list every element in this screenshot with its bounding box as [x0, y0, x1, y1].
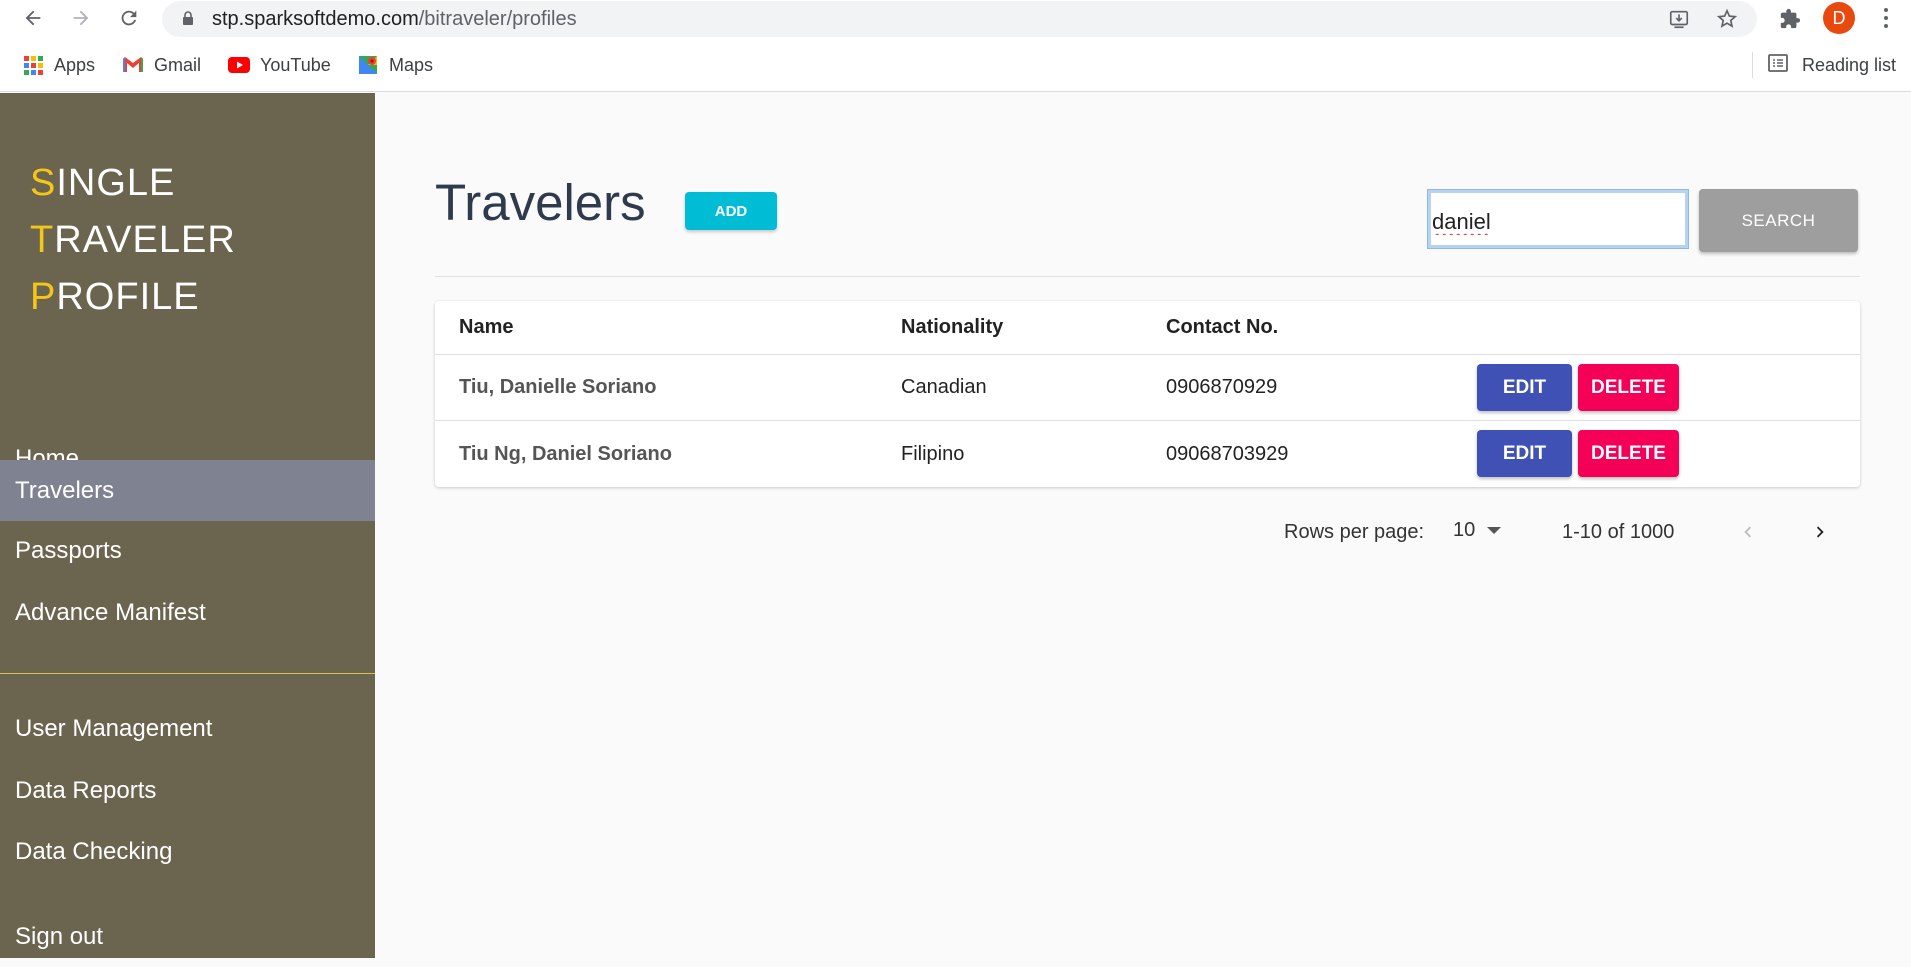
delete-button[interactable]: DELETE	[1578, 364, 1679, 411]
brand-line: PROFILE	[30, 269, 236, 326]
forward-arrow-icon[interactable]	[66, 3, 96, 33]
travelers-table: Name Nationality Contact No. Tiu, Daniel…	[435, 301, 1860, 487]
profile-avatar[interactable]: D	[1823, 2, 1855, 34]
back-arrow-icon[interactable]	[18, 3, 48, 33]
apps-grid-icon	[22, 54, 44, 76]
search-button[interactable]: SEARCH	[1699, 189, 1858, 252]
reading-list-label: Reading list	[1802, 54, 1897, 75]
extensions-puzzle-icon[interactable]	[1776, 5, 1804, 33]
sidebar-item-data-reports[interactable]: Data Reports	[0, 761, 375, 821]
cell-name: Tiu, Danielle Soriano	[459, 376, 657, 398]
edit-button[interactable]: EDIT	[1477, 430, 1572, 477]
bookmark-apps[interactable]: Apps	[22, 50, 95, 80]
rows-per-page-select[interactable]: 10	[1453, 519, 1502, 542]
gmail-icon	[122, 54, 144, 76]
header-divider	[435, 276, 1860, 277]
row-actions: EDIT DELETE	[1477, 430, 1679, 477]
dropdown-caret-icon	[1487, 527, 1502, 534]
sidebar-item-passports[interactable]: Passports	[0, 521, 375, 581]
brand-initial: T	[30, 219, 55, 261]
install-app-icon[interactable]	[1667, 7, 1691, 31]
bookmark-maps[interactable]: Maps	[357, 50, 433, 80]
brand-word: INGLE	[56, 162, 176, 204]
rows-per-page-label: Rows per page:	[1284, 521, 1425, 543]
cell-nationality: Filipino	[901, 442, 965, 465]
bookmarks-separator	[1752, 52, 1753, 78]
column-header-contact[interactable]: Contact No.	[1166, 301, 1278, 354]
reading-list-icon	[1768, 53, 1788, 78]
main-content: Travelers ADD SEARCH Name Nationality Co…	[375, 93, 1911, 958]
sidebar-item-advance-manifest[interactable]: Advance Manifest	[0, 583, 375, 643]
cell-name: Tiu Ng, Daniel Soriano	[459, 442, 672, 465]
bookmark-label: YouTube	[260, 54, 331, 75]
bookmarks-bar: Apps Gmail YouTube Maps	[0, 50, 1911, 80]
search-input[interactable]	[1427, 189, 1689, 249]
edit-button[interactable]: EDIT	[1477, 364, 1572, 411]
table-row: Tiu Ng, Daniel Soriano Filipino 09068703…	[435, 421, 1860, 487]
cell-contact: 0906870929	[1166, 376, 1278, 398]
cell-contact: 09068703929	[1166, 442, 1289, 465]
table-header: Name Nationality Contact No.	[435, 301, 1860, 355]
address-bar[interactable]: stp.sparksoftdemo.com/bitraveler/profile…	[162, 1, 1757, 37]
youtube-icon	[228, 54, 250, 76]
next-page-chevron-icon[interactable]	[1803, 515, 1837, 549]
sidebar-item-user-management[interactable]: User Management	[0, 699, 375, 759]
pagination-range: 1-10 of 1000	[1562, 521, 1675, 543]
bookmark-label: Maps	[389, 54, 434, 75]
sidebar-item-sign-out[interactable]: Sign out	[0, 907, 375, 967]
lock-icon	[183, 11, 193, 25]
row-actions: EDIT DELETE	[1477, 364, 1679, 411]
bookmark-youtube[interactable]: YouTube	[228, 50, 331, 80]
browser-menu-icon[interactable]	[1878, 4, 1894, 32]
sidebar-divider	[0, 673, 375, 674]
cell-nationality: Canadian	[901, 376, 987, 398]
brand-initial: P	[30, 276, 57, 318]
pagination: Rows per page: 10 1-10 of 1000	[375, 513, 1860, 553]
brand-line: TRAVELER	[30, 212, 236, 269]
url-host: stp.sparksoftdemo.com	[212, 8, 419, 30]
sidebar: SINGLE TRAVELER PROFILE Home Travelers P…	[0, 93, 375, 958]
brand-logo: SINGLE TRAVELER PROFILE	[30, 155, 236, 326]
brand-line: SINGLE	[30, 155, 236, 212]
brand-word: RAVELER	[54, 219, 236, 261]
maps-icon	[357, 54, 379, 76]
rows-per-page-value: 10	[1453, 519, 1476, 541]
column-header-nationality[interactable]: Nationality	[901, 301, 1003, 354]
bookmark-star-icon[interactable]	[1715, 7, 1739, 31]
brand-word: ROFILE	[56, 276, 200, 318]
reading-list-button[interactable]: Reading list	[1768, 50, 1896, 80]
bookmark-label: Apps	[54, 54, 96, 75]
url-text: stp.sparksoftdemo.com/bitraveler/profile…	[212, 8, 577, 31]
bookmark-gmail[interactable]: Gmail	[122, 50, 201, 80]
delete-button[interactable]: DELETE	[1578, 430, 1679, 477]
brand-initial: S	[30, 162, 57, 204]
sidebar-item-travelers[interactable]: Travelers	[0, 460, 375, 521]
reload-icon[interactable]	[114, 3, 144, 33]
browser-chrome: stp.sparksoftdemo.com/bitraveler/profile…	[0, 0, 1911, 92]
add-button[interactable]: ADD	[685, 192, 777, 230]
sidebar-item-data-checking[interactable]: Data Checking	[0, 822, 375, 882]
url-path: /bitraveler/profiles	[418, 8, 577, 30]
previous-page-chevron-icon[interactable]	[1731, 515, 1765, 549]
column-header-name[interactable]: Name	[459, 301, 513, 354]
bookmark-label: Gmail	[154, 54, 202, 75]
page-title: Travelers	[435, 174, 646, 231]
table-row: Tiu, Danielle Soriano Canadian 090687092…	[435, 355, 1860, 421]
